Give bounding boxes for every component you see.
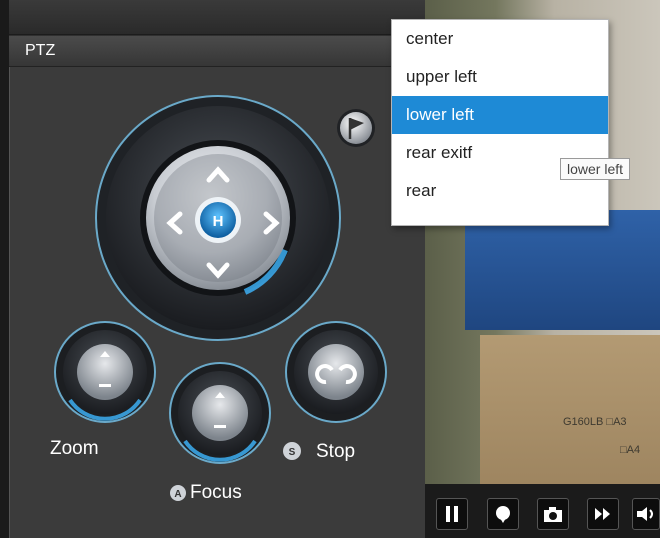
zoom-out-icon (99, 384, 111, 387)
focus-far-icon (214, 425, 226, 428)
home-button[interactable]: H (195, 197, 241, 243)
speaker-icon (637, 507, 653, 521)
auto-focus-icon[interactable]: A (170, 485, 186, 501)
pause-button[interactable] (436, 498, 468, 530)
focus-dial[interactable] (169, 362, 271, 464)
preset-option-upper-left[interactable]: upper left (392, 58, 608, 96)
camera-icon (544, 507, 562, 522)
record-button[interactable] (587, 498, 619, 530)
preset-flag-button[interactable] (337, 109, 375, 147)
zoom-dial[interactable] (54, 321, 156, 423)
svg-text:A: A (174, 489, 181, 500)
focus-label: Focus (190, 482, 242, 503)
video-boxes (480, 335, 660, 485)
video-blue-bins (465, 210, 660, 330)
ptz-panel: PTZ H A S Zoom Focus Stop (0, 0, 426, 538)
stop-label[interactable]: Stop (316, 441, 355, 463)
home-label: H (213, 213, 224, 230)
preset-option-center[interactable]: center (392, 20, 608, 58)
audio-button[interactable] (632, 498, 660, 530)
speech-bubble-icon (496, 506, 510, 523)
talk-button[interactable] (487, 498, 519, 530)
patrol-dial[interactable] (285, 321, 387, 423)
preset-dropdown: center upper left lower left rear exitf … (391, 19, 609, 226)
preset-tooltip: lower left (560, 158, 631, 180)
snapshot-button[interactable] (537, 498, 569, 530)
pause-icon (446, 506, 458, 522)
video-box-text: G160LB □A3 (563, 416, 627, 428)
fast-forward-icon (595, 508, 610, 520)
video-box-text-2: □A4 (620, 444, 641, 456)
zoom-label: Zoom (50, 438, 99, 459)
preset-option-lower-left[interactable]: lower left (392, 96, 608, 134)
stop-icon[interactable]: S (283, 442, 301, 460)
svg-text:S: S (289, 447, 296, 458)
